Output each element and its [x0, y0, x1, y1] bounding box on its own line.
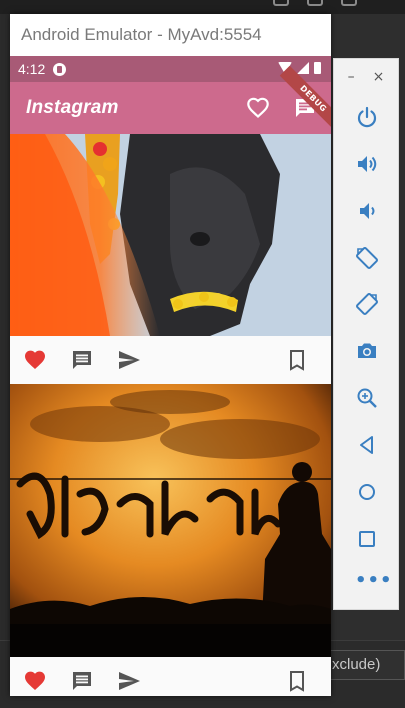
ide-control-icon[interactable] [341, 0, 357, 6]
post-actions [10, 336, 331, 384]
favorite-icon[interactable] [23, 669, 47, 693]
emulator-title: Android Emulator - MyAvd:5554 [10, 14, 331, 56]
ide-exclude-field[interactable]: xclude) [328, 650, 405, 680]
comment-icon[interactable] [70, 669, 94, 693]
post-feed[interactable] [10, 134, 331, 696]
comment-icon[interactable] [70, 348, 94, 372]
post-actions [10, 657, 331, 696]
more-icon[interactable]: ••• [355, 572, 392, 590]
send-icon[interactable] [117, 348, 141, 372]
emulator-window: Android Emulator - MyAvd:5554 4:12 Insta… [10, 14, 331, 696]
emulator-toolbar: – × ••• [333, 58, 399, 610]
camera-icon[interactable] [355, 339, 379, 363]
rotate-right-icon[interactable] [355, 292, 379, 316]
post-image[interactable] [10, 384, 331, 657]
statue-photo [10, 134, 331, 336]
overview-icon[interactable] [355, 527, 379, 551]
zoom-in-icon[interactable] [355, 386, 379, 410]
back-icon[interactable] [355, 433, 379, 457]
battery-icon [314, 62, 321, 74]
post-card [10, 384, 331, 696]
app-title: Instagram [26, 97, 119, 118]
send-icon[interactable] [117, 669, 141, 693]
ide-control-icon[interactable] [307, 0, 323, 6]
post-card [10, 134, 331, 384]
power-icon[interactable] [355, 105, 379, 129]
bookmark-border-icon[interactable] [285, 669, 309, 693]
close-icon[interactable]: × [373, 69, 385, 85]
post-image[interactable] [10, 134, 331, 336]
ide-window-controls [273, 0, 357, 6]
ide-control-icon[interactable] [273, 0, 289, 6]
volume-up-icon[interactable] [355, 152, 379, 176]
phone-screen: 4:12 Instagram DEBUG [10, 56, 331, 696]
rotate-left-icon[interactable] [355, 246, 379, 270]
toolbar-window-controls: – × [334, 59, 398, 95]
bookmark-border-icon[interactable] [285, 348, 309, 372]
home-icon[interactable] [355, 480, 379, 504]
status-time: 4:12 [18, 61, 46, 77]
favorite-icon[interactable] [23, 348, 47, 372]
favorite-border-icon[interactable] [246, 96, 270, 120]
volume-down-icon[interactable] [355, 199, 379, 223]
minimize-icon[interactable]: – [348, 69, 355, 85]
signal-icon [297, 62, 309, 74]
ide-top-bar [0, 0, 405, 14]
app-notification-icon [53, 62, 67, 76]
app-bar: Instagram DEBUG [10, 65, 331, 134]
silhouette-artwork [10, 384, 331, 657]
